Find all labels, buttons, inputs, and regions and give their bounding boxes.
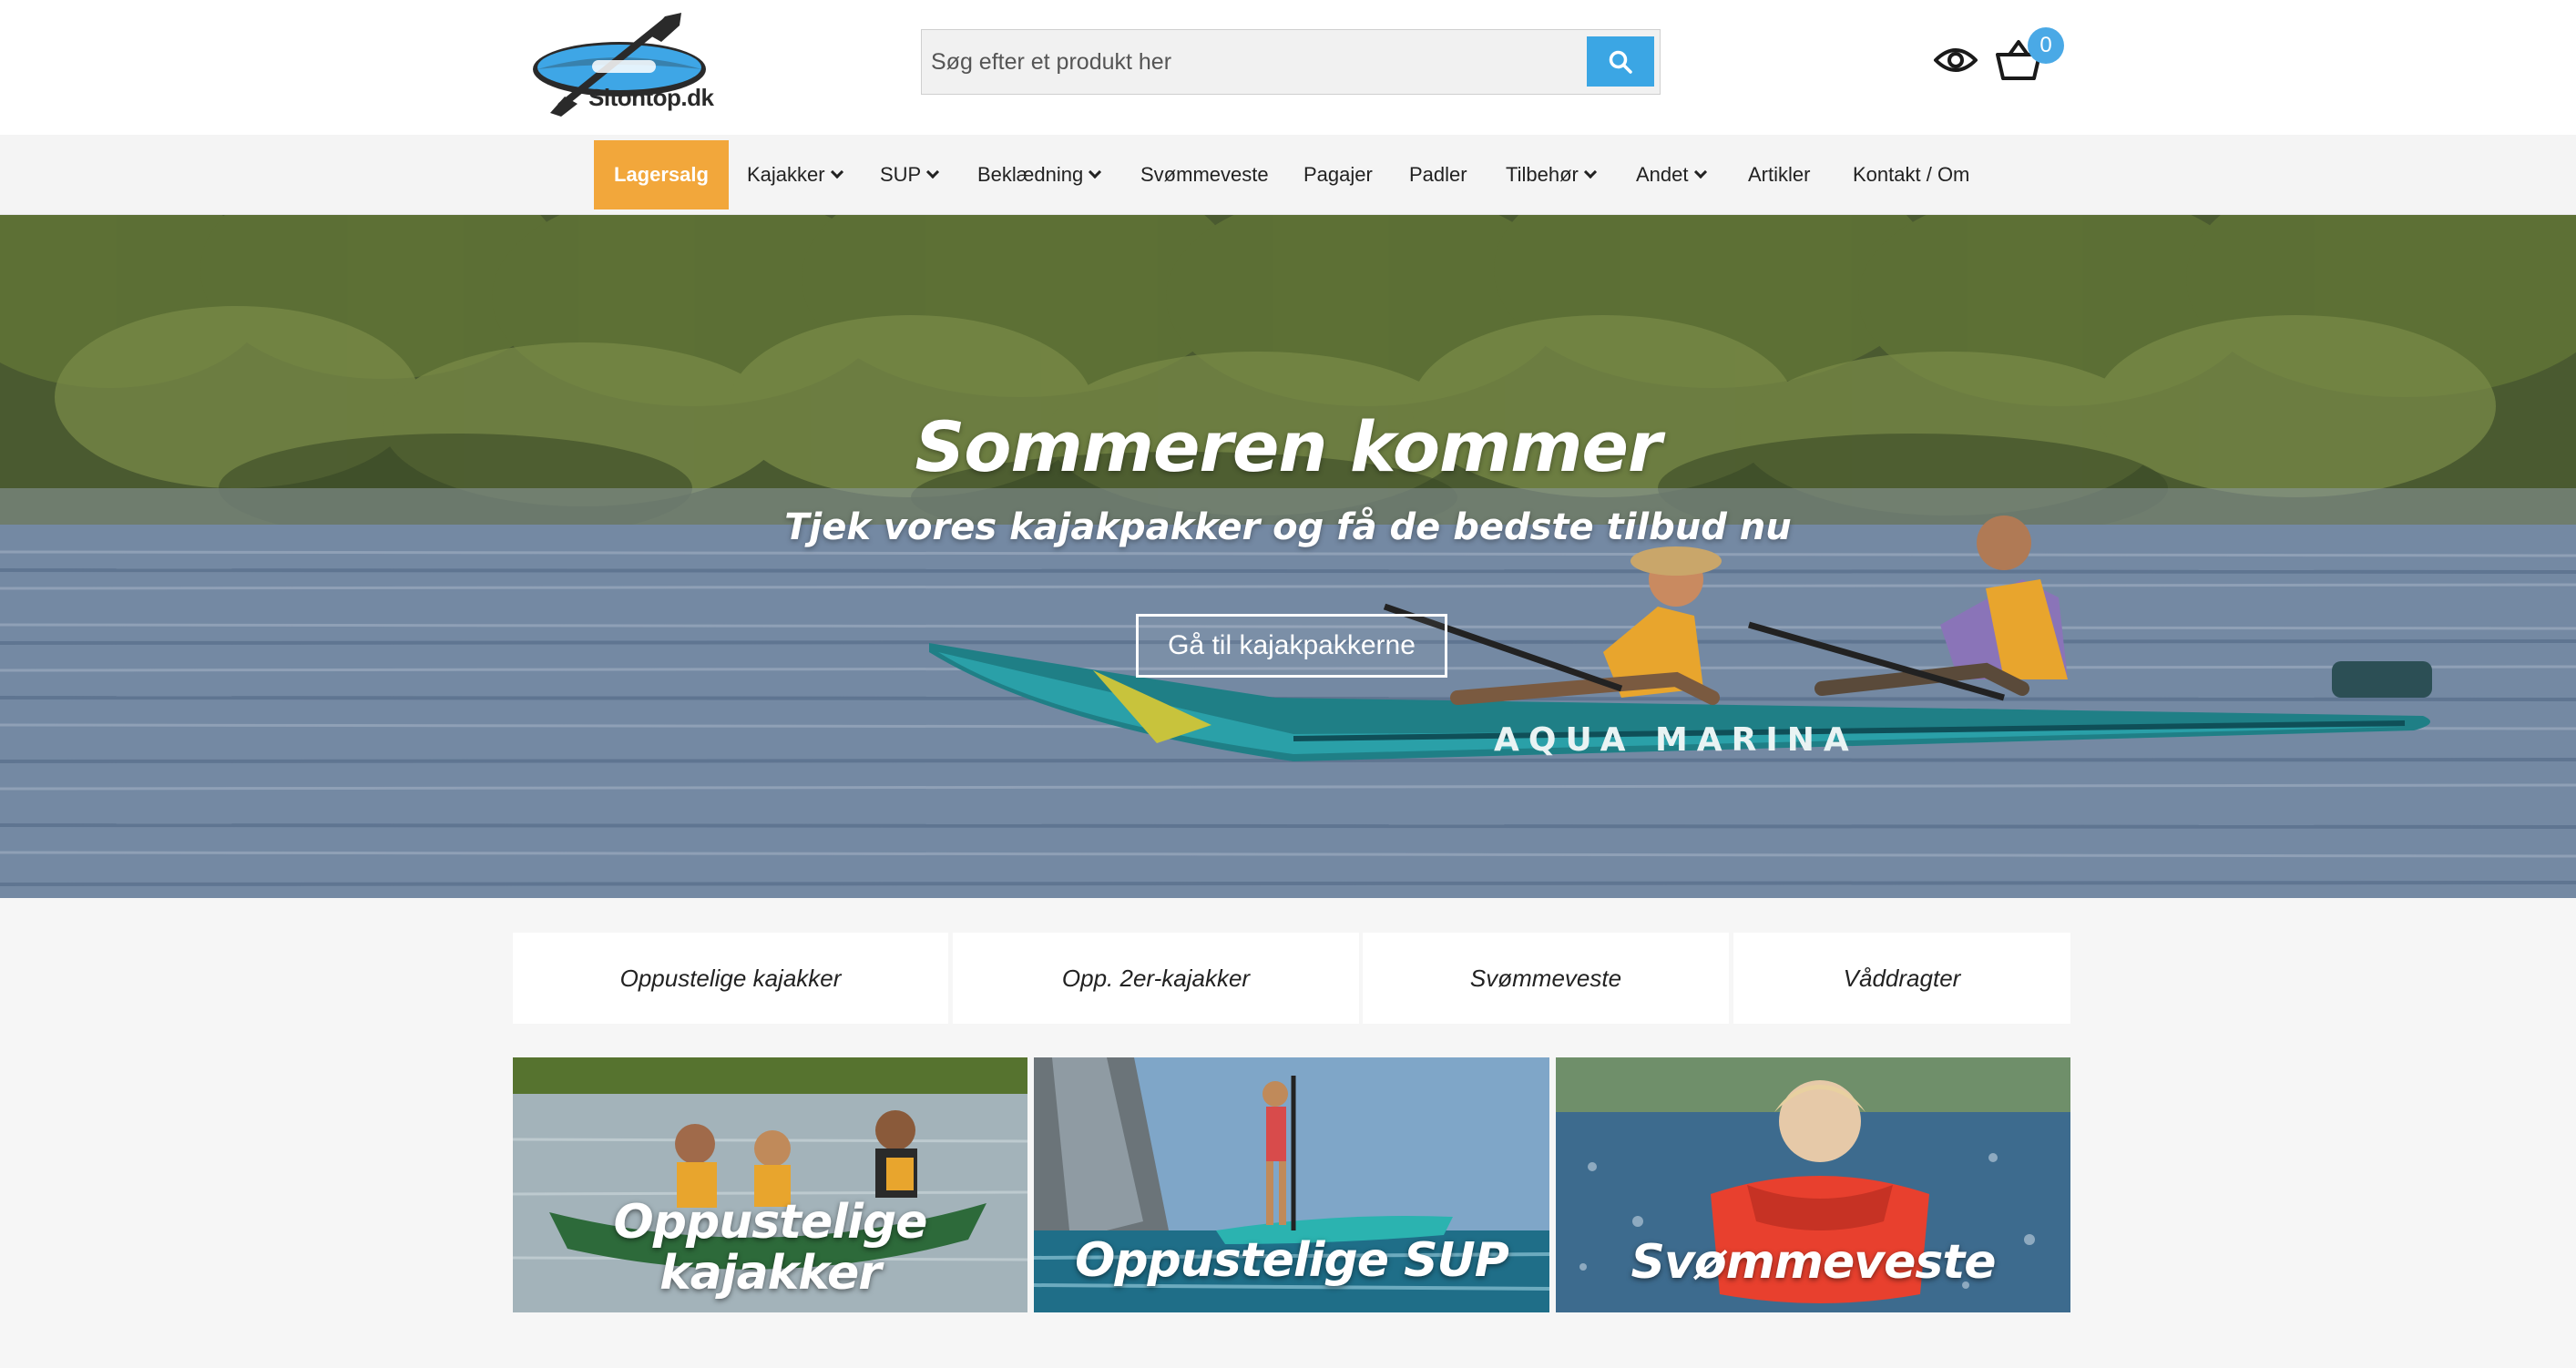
hero-cta-button[interactable]: Gå til kajakpakkerne	[1136, 614, 1447, 678]
category-label: Opp. 2er-kajakker	[1061, 964, 1251, 992]
tile-oppustelige-kajakker[interactable]: Oppustelige kajakker	[513, 1057, 1027, 1312]
main-nav: Lagersalg Kajakker SUP Beklædning Svømme…	[0, 135, 2576, 215]
nav-item-label: Kajakker	[747, 163, 825, 186]
chevron-down-icon	[1693, 165, 1707, 179]
nav-item-pagajer[interactable]: Pagajer	[1303, 140, 1373, 209]
tile-label-line1: Oppustelige SUP	[1075, 1233, 1509, 1288]
nav-item-label: Padler	[1409, 163, 1467, 186]
tile-label-line1: Oppustelige	[613, 1195, 928, 1250]
category-label: Oppustelige kajakker	[619, 964, 842, 992]
nav-item-lagersalg[interactable]: Lagersalg	[594, 140, 729, 209]
cart-count-badge: 0	[2028, 27, 2064, 64]
search-icon	[1609, 50, 1632, 74]
nav-item-sup[interactable]: SUP	[880, 140, 940, 209]
watchlist-button[interactable]	[1933, 42, 1978, 78]
chevron-down-icon	[926, 165, 940, 179]
hero-title: Sommeren kommer	[915, 406, 1662, 487]
nav-item-svommeveste[interactable]: Svømmeveste	[1140, 140, 1269, 209]
category-button-svommeveste[interactable]: Svømmeveste	[1363, 933, 1729, 1024]
nav-item-beklaedning[interactable]: Beklædning	[977, 140, 1102, 209]
site-logo[interactable]: Sitontop.dk	[528, 9, 720, 118]
search-input[interactable]	[922, 30, 1585, 94]
nav-item-padler[interactable]: Padler	[1409, 140, 1467, 209]
nav-item-andet[interactable]: Andet	[1636, 140, 1707, 209]
category-label: Svømmeveste	[1469, 964, 1622, 992]
chevron-down-icon	[830, 165, 843, 179]
nav-item-kajakker[interactable]: Kajakker	[747, 140, 843, 209]
tile-oppustelige-sup[interactable]: Oppustelige SUP	[1034, 1057, 1549, 1312]
site-header: Sitontop.dk 0	[0, 0, 2576, 135]
category-button-2er-kajakker[interactable]: Opp. 2er-kajakker	[953, 933, 1359, 1024]
nav-item-kontakt[interactable]: Kontakt / Om	[1853, 140, 1969, 209]
category-button-vaaddragter[interactable]: Våddragter	[1733, 933, 2070, 1024]
nav-item-label: Artikler	[1748, 163, 1811, 186]
logo-text: Sitontop.dk	[588, 84, 714, 111]
nav-item-label: Beklædning	[977, 163, 1084, 186]
category-button-oppustelige-kajakker[interactable]: Oppustelige kajakker	[513, 933, 948, 1024]
tile-svommeveste[interactable]: Svømmeveste	[1556, 1057, 2070, 1312]
chevron-down-icon	[1089, 165, 1102, 179]
nav-item-artikler[interactable]: Artikler	[1748, 140, 1810, 209]
nav-item-label: Lagersalg	[614, 163, 709, 186]
nav-item-label: Svømmeveste	[1140, 163, 1269, 186]
tile-label-line1: Svømmeveste	[1630, 1235, 1997, 1290]
nav-item-label: Pagajer	[1303, 163, 1373, 186]
nav-item-label: SUP	[880, 163, 922, 186]
search-bar	[921, 29, 1661, 95]
eye-icon	[1934, 48, 1978, 72]
nav-item-label: Tilbehør	[1506, 163, 1579, 186]
chevron-down-icon	[1583, 165, 1597, 179]
kayak-brand-text: AQUA MARINA	[1494, 721, 1858, 759]
category-label: Våddragter	[1843, 964, 1961, 992]
hero-subtitle: Tjek vores kajakpakker og få de bedste t…	[784, 506, 1792, 548]
search-button[interactable]	[1587, 36, 1654, 87]
hero-banner: AQUA MARINA Sommeren kommer Tjek vores k…	[0, 215, 2576, 898]
tile-label-line2: kajakker	[659, 1246, 882, 1301]
nav-item-label: Kontakt / Om	[1853, 163, 1970, 186]
nav-item-label: Andet	[1636, 163, 1689, 186]
nav-item-tilbehor[interactable]: Tilbehør	[1506, 140, 1597, 209]
